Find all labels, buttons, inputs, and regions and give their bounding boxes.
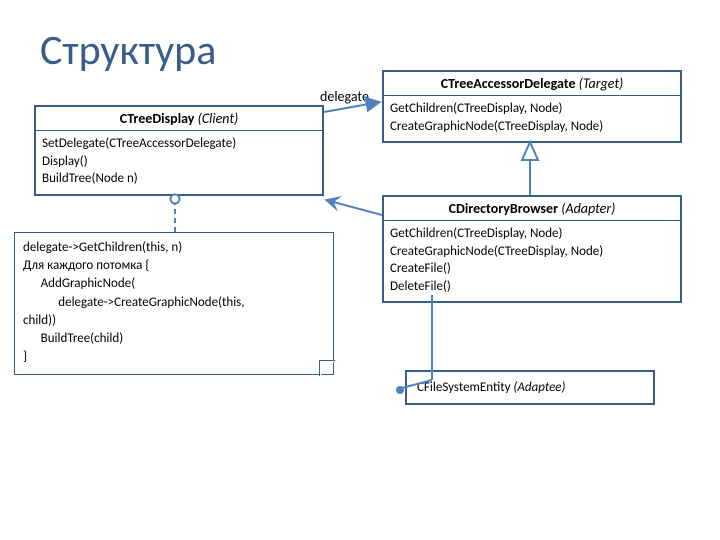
note-fold-icon — [319, 360, 335, 376]
page-title: Структура — [40, 25, 216, 76]
class-name: CTreeDisplay — [120, 110, 195, 127]
note-buildtree: delegate->GetChildren(this, n) Для каждо… — [14, 232, 334, 375]
class-name: CTreeAccessorDelegate — [441, 75, 576, 92]
class-ctreedisplay-header: CTreeDisplay (Client) — [36, 107, 322, 131]
class-role: (Target) — [579, 75, 624, 92]
class-cdirectorybrowser-ops: GetChildren(CTreeDisplay, Node) CreateGr… — [384, 221, 680, 301]
note-text: delegate->GetChildren(this, n) Для каждо… — [23, 239, 325, 366]
class-ctreeaccessordelegate: CTreeAccessorDelegate (Target) GetChildr… — [382, 70, 682, 143]
class-cdirectorybrowser: CDirectoryBrowser (Adapter) GetChildren(… — [382, 195, 682, 303]
label-delegate: delegate — [320, 88, 369, 105]
class-cdirectorybrowser-header: CDirectoryBrowser (Adapter) — [384, 197, 680, 221]
class-ctreeaccessordelegate-header: CTreeAccessorDelegate (Target) — [384, 72, 680, 96]
class-role: (Client) — [198, 110, 239, 127]
class-ctreeaccessordelegate-ops: GetChildren(CTreeDisplay, Node) CreateGr… — [384, 96, 680, 141]
class-ctreedisplay: CTreeDisplay (Client) SetDelegate(CTreeA… — [34, 105, 324, 196]
class-cfilesystementity: CFileSystemEntity (Adaptee) — [405, 370, 655, 405]
class-role: (Adapter) — [561, 200, 615, 217]
class-ctreedisplay-ops: SetDelegate(CTreeAccessorDelegate) Displ… — [36, 131, 322, 194]
class-name: CFileSystemEntity — [417, 380, 510, 395]
class-name: CDirectoryBrowser — [449, 200, 558, 217]
class-role: (Adaptee) — [513, 380, 565, 395]
